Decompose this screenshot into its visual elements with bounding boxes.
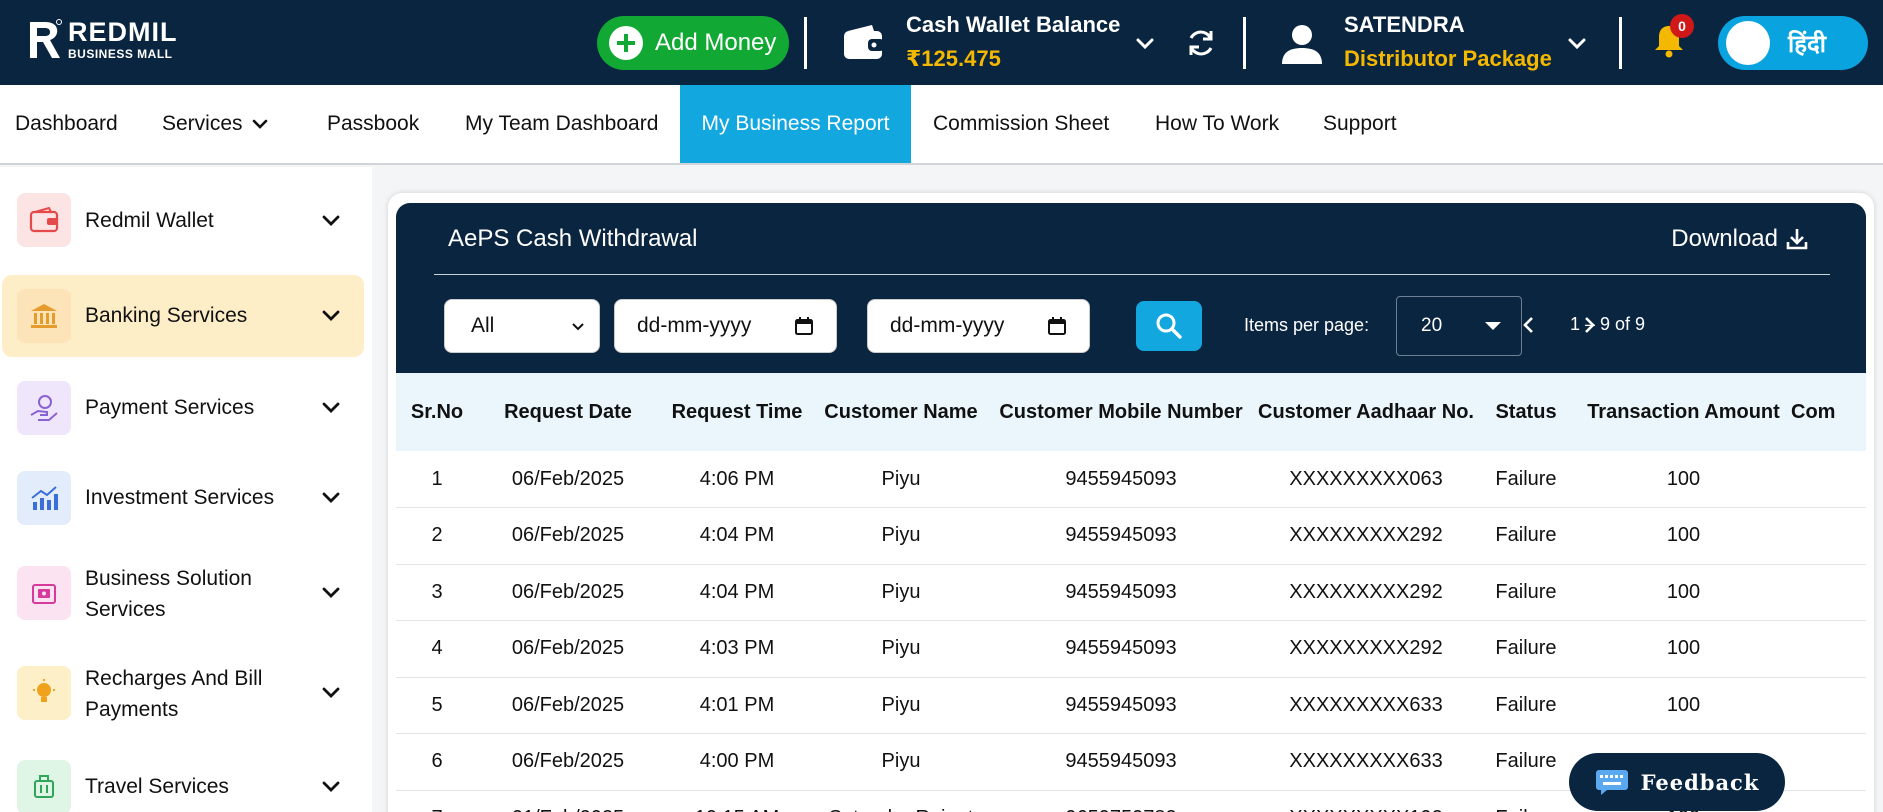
nav-services[interactable]: Services [162, 85, 269, 163]
language-toggle[interactable]: हिंदी [1718, 16, 1868, 70]
chevron-down-icon[interactable] [1134, 32, 1156, 54]
caret-down-icon [1485, 322, 1501, 330]
column-header[interactable]: Sr.No [396, 373, 478, 451]
brand-logo[interactable]: REDMIL BUSINESS MALL [26, 18, 178, 60]
prev-page-button[interactable] [1511, 307, 1547, 343]
chevron-right-icon [1585, 317, 1595, 333]
calendar-icon[interactable] [794, 316, 814, 336]
keyboard-chat-icon [1595, 770, 1628, 795]
download-icon [1786, 229, 1808, 250]
nav-how-to-work[interactable]: How To Work [1155, 85, 1279, 163]
column-header[interactable]: Status [1476, 373, 1576, 451]
chevron-down-icon [322, 781, 340, 792]
chevron-down-icon [322, 687, 340, 698]
table-row[interactable]: 3 06/Feb/2025 4:04 PM Piyu 9455945093 XXXXXXX… [396, 564, 1866, 621]
report-title: AePS Cash Withdrawal [448, 225, 698, 252]
nav-my-business-report[interactable]: My Business Report [680, 85, 911, 163]
divider [1619, 17, 1622, 69]
transactions-table: Sr.No Request Date Request Time Customer… [396, 373, 1866, 812]
table-row[interactable]: 2 06/Feb/2025 4:04 PM Piyu 9455945093 XXXXXXX… [396, 507, 1866, 565]
table-row[interactable]: 5 06/Feb/2025 4:01 PM Piyu 9455945093 XXXXXXX… [396, 677, 1866, 734]
status-filter-select[interactable]: All [444, 299, 600, 353]
redmil-logo-icon [30, 19, 62, 58]
sidebar-item-banking-services[interactable]: Banking Services [2, 275, 364, 357]
sidebar-item-recharges-and-bill-payments[interactable]: Recharges And Bill Payments [2, 650, 364, 736]
nav-support[interactable]: Support [1323, 85, 1397, 163]
chevron-left-icon [1523, 317, 1533, 333]
nav-dashboard[interactable]: Dashboard [15, 85, 118, 163]
user-name: SATENDRA [1344, 12, 1465, 37]
nav-passbook[interactable]: Passbook [327, 85, 419, 163]
cash-register-icon [17, 566, 71, 620]
feedback-button[interactable]: Feedback [1569, 753, 1785, 811]
growth-chart-icon [17, 471, 71, 525]
divider [1243, 17, 1246, 69]
user-avatar-icon[interactable] [1280, 22, 1324, 66]
hand-coin-icon [17, 381, 71, 435]
next-page-button[interactable] [1571, 307, 1607, 343]
to-date-input[interactable]: dd-mm-yyyy [867, 299, 1090, 353]
divider [804, 17, 807, 69]
from-date-input[interactable]: dd-mm-yyyy [614, 299, 837, 353]
sidebar-item-redmil-wallet[interactable]: Redmil Wallet [2, 189, 364, 251]
logo-main-text: REDMIL [68, 16, 178, 47]
wallet-balance-title: Cash Wallet Balance [906, 12, 1121, 37]
add-money-button[interactable]: Add Money [597, 16, 789, 70]
column-header[interactable]: Request Date [478, 373, 658, 451]
search-button[interactable] [1136, 301, 1202, 351]
table-row[interactable]: 4 06/Feb/2025 4:03 PM Piyu 9455945093 XXXXXXX… [396, 620, 1866, 678]
chevron-down-icon [252, 120, 267, 130]
column-header[interactable]: Customer Mobile Number [986, 373, 1256, 451]
bulb-icon [17, 666, 71, 720]
sidebar-item-travel-services[interactable]: Travel Services [2, 755, 364, 812]
download-button[interactable]: Download [1671, 225, 1808, 253]
table-header-row: Sr.No Request Date Request Time Customer… [396, 373, 1866, 451]
report-card: AePS Cash Withdrawal Download All dd-mm-… [388, 193, 1874, 812]
bank-icon [17, 289, 71, 343]
wallet-icon [844, 25, 884, 59]
nav-my-team-dashboard[interactable]: My Team Dashboard [465, 85, 658, 163]
plus-circle-icon [609, 26, 643, 60]
toggle-knob [1726, 21, 1770, 65]
chevron-down-icon [322, 587, 340, 598]
chevron-down-icon [572, 323, 584, 331]
nav-commission-sheet[interactable]: Commission Sheet [933, 85, 1109, 163]
wallet-balance-amount: ₹125.475 [906, 46, 1001, 71]
notification-badge: 0 [1670, 14, 1694, 38]
refresh-icon[interactable] [1185, 27, 1217, 59]
sidebar: Redmil Wallet Banking Services Payment S… [0, 167, 372, 812]
column-header[interactable]: Transaction Amount [1576, 373, 1791, 451]
chevron-down-icon [322, 492, 340, 503]
column-header[interactable]: Com [1791, 373, 1866, 451]
add-money-label: Add Money [655, 29, 777, 56]
chevron-down-icon [322, 310, 340, 321]
items-per-page-label: Items per page: [1244, 315, 1370, 335]
sidebar-item-investment-services[interactable]: Investment Services [2, 462, 364, 534]
search-icon [1156, 313, 1182, 339]
transactions-table-container[interactable]: Sr.No Request Date Request Time Customer… [396, 373, 1866, 812]
calendar-icon[interactable] [1047, 316, 1067, 336]
column-header[interactable]: Customer Name [816, 373, 986, 451]
language-label: हिंदी [1788, 30, 1826, 58]
top-bar: REDMIL BUSINESS MALL Add Money Cash Wall… [0, 0, 1883, 85]
table-row[interactable]: 1 06/Feb/2025 4:06 PM Piyu 9455945093 XXXXXXX… [396, 451, 1866, 508]
sidebar-item-payment-services[interactable]: Payment Services [2, 372, 364, 444]
luggage-icon [17, 760, 71, 812]
logo-sub-text: BUSINESS MALL [68, 46, 173, 61]
user-package: Distributor Package [1344, 46, 1552, 71]
wallet-icon [17, 193, 71, 247]
report-header: AePS Cash Withdrawal Download All dd-mm-… [396, 203, 1866, 373]
chevron-down-icon [322, 402, 340, 413]
chevron-down-icon[interactable] [1566, 32, 1588, 54]
main-nav: Dashboard Services Passbook My Team Dash… [0, 85, 1883, 165]
chevron-down-icon [322, 215, 340, 226]
sidebar-item-business-solution-services[interactable]: Business Solution Services [2, 550, 364, 636]
column-header[interactable]: Customer Aadhaar No. [1256, 373, 1476, 451]
column-header[interactable]: Request Time [658, 373, 816, 451]
divider [434, 274, 1830, 275]
items-per-page-select[interactable]: 20 [1396, 296, 1522, 356]
